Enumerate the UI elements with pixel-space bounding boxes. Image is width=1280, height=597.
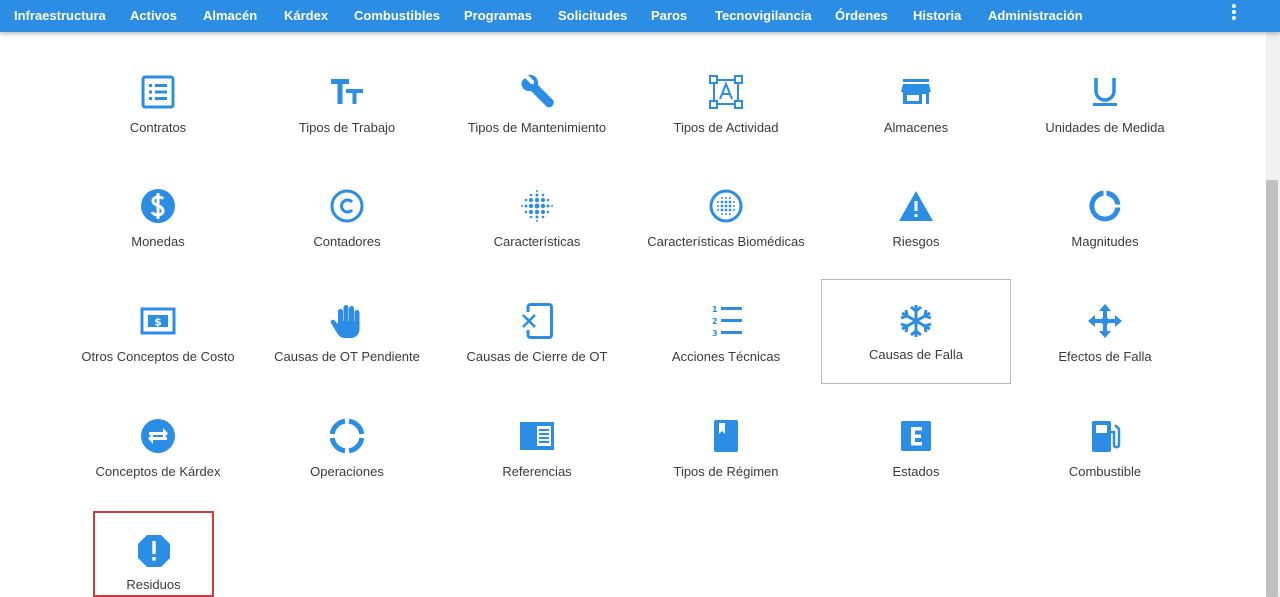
letter-e-box-icon <box>898 418 934 454</box>
tile-label: Tipos de Actividad <box>673 120 779 135</box>
tile-label: Referencias <box>502 464 572 479</box>
copyright-icon <box>329 188 365 224</box>
nav-programas[interactable]: Programas <box>464 0 532 32</box>
nav-administracion[interactable]: Administración <box>988 0 1083 32</box>
svg-text:1: 1 <box>712 305 718 314</box>
tile-label: Características <box>493 234 581 249</box>
numbered-list-icon: 1 2 3 <box>708 303 744 339</box>
gas-pump-icon <box>1087 418 1123 454</box>
warning-icon <box>898 188 934 224</box>
tile-riesgos[interactable]: Riesgos <box>821 148 1011 253</box>
tile-conceptos-de-kardex[interactable]: Conceptos de Kárdex <box>63 378 253 483</box>
donut-icon <box>1087 188 1123 224</box>
tile-estados[interactable]: Estados <box>821 378 1011 483</box>
more-vert-icon[interactable] <box>1226 4 1242 24</box>
nav-almacen[interactable]: Almacén <box>203 0 257 32</box>
money-icon: $ <box>140 303 176 339</box>
dollar-circle-icon <box>140 188 176 224</box>
svg-text:2: 2 <box>712 317 718 326</box>
svg-text:3: 3 <box>712 329 718 338</box>
tile-label: Acciones Técnicas <box>671 349 781 364</box>
tile-label: Causas de Falla <box>869 347 963 362</box>
tile-caracteristicas-biomedicas[interactable]: Características Biomédicas <box>631 148 821 253</box>
tile-label: Contadores <box>313 234 381 249</box>
tile-label: Efectos de Falla <box>1058 349 1152 364</box>
tile-referencias[interactable]: Referencias <box>442 378 632 483</box>
tile-label: Conceptos de Kárdex <box>95 464 221 479</box>
nav-infraestructura[interactable]: Infraestructura <box>14 0 106 32</box>
underline-icon <box>1087 74 1123 110</box>
tile-tipos-de-trabajo[interactable]: Tipos de Trabajo <box>252 34 442 139</box>
segmented-circle-icon <box>329 418 365 454</box>
blur-dots-icon <box>519 188 555 224</box>
tile-label: Otros Conceptos de Costo <box>81 349 235 364</box>
phone-close-icon <box>519 303 555 339</box>
tile-magnitudes[interactable]: Magnitudes <box>1010 148 1200 253</box>
tile-caracteristicas[interactable]: Características <box>442 148 632 253</box>
tile-label: Características Biomédicas <box>647 234 805 249</box>
swap-circle-icon <box>140 418 176 454</box>
tile-label: Riesgos <box>892 234 940 249</box>
wrench-icon <box>519 74 555 110</box>
tile-operaciones[interactable]: Operaciones <box>252 378 442 483</box>
nav-kardex[interactable]: Kárdex <box>284 0 328 32</box>
tile-tipos-de-regimen[interactable]: Tipos de Régimen <box>631 378 821 483</box>
tile-label: Tipos de Régimen <box>673 464 779 479</box>
tile-combustible[interactable]: Combustible <box>1010 378 1200 483</box>
tile-label: Almacenes <box>883 120 949 135</box>
svg-text:$: $ <box>154 316 162 329</box>
tile-causas-ot-pendiente[interactable]: Causas de OT Pendiente <box>252 263 442 368</box>
arrows-all-icon <box>1087 303 1123 339</box>
tile-otros-conceptos-de-costo[interactable]: $ Otros Conceptos de Costo <box>63 263 253 368</box>
tile-causas-cierre-ot[interactable]: Causas de Cierre de OT <box>442 263 632 368</box>
tile-efectos-de-falla[interactable]: Efectos de Falla <box>1010 263 1200 368</box>
nav-paros[interactable]: Paros <box>651 0 687 32</box>
scrollbar-thumb[interactable] <box>1266 180 1278 597</box>
tile-causas-de-falla[interactable]: Causas de Falla <box>821 279 1011 384</box>
tile-tipos-de-mantenimiento[interactable]: Tipos de Mantenimiento <box>442 34 632 139</box>
tile-label: Residuos <box>126 577 181 592</box>
tile-acciones-tecnicas[interactable]: 1 2 3 Acciones Técnicas <box>631 263 821 368</box>
tile-almacenes[interactable]: Almacenes <box>821 34 1011 139</box>
nav-solicitudes[interactable]: Solicitudes <box>558 0 627 32</box>
nav-historia[interactable]: Historia <box>913 0 961 32</box>
tile-label: Contratos <box>129 120 187 135</box>
tile-contratos[interactable]: Contratos <box>63 34 253 139</box>
top-navbar: Infraestructura Activos Almacén Kárdex C… <box>0 0 1280 32</box>
format-shapes-icon <box>708 74 744 110</box>
tile-tipos-de-actividad[interactable]: Tipos de Actividad <box>631 34 821 139</box>
tile-label: Causas de Cierre de OT <box>466 349 608 364</box>
tile-residuos[interactable]: Residuos <box>93 511 214 597</box>
tile-label: Causas de OT Pendiente <box>274 349 420 364</box>
alert-octagon-icon <box>136 533 172 569</box>
blur-circle-icon <box>708 188 744 224</box>
list-alt-icon <box>140 74 176 110</box>
tile-label: Unidades de Medida <box>1045 120 1165 135</box>
nav-combustibles[interactable]: Combustibles <box>354 0 440 32</box>
nav-ordenes[interactable]: Órdenes <box>835 0 888 32</box>
tile-label: Tipos de Mantenimiento <box>467 120 607 135</box>
book-icon <box>708 418 744 454</box>
tile-label: Operaciones <box>310 464 384 479</box>
text-fields-icon <box>329 74 365 110</box>
tile-label: Magnitudes <box>1071 234 1139 249</box>
tile-label: Estados <box>892 464 940 479</box>
snowflake-icon <box>898 303 934 339</box>
tile-monedas[interactable]: Monedas <box>63 148 253 253</box>
nav-tecnovigilancia[interactable]: Tecnovigilancia <box>715 0 812 32</box>
hand-stop-icon <box>329 303 365 339</box>
tile-contadores[interactable]: Contadores <box>252 148 442 253</box>
tile-label: Tipos de Trabajo <box>298 120 396 135</box>
tile-unidades-de-medida[interactable]: Unidades de Medida <box>1010 34 1200 139</box>
reader-icon <box>519 418 555 454</box>
nav-activos[interactable]: Activos <box>130 0 177 32</box>
tile-label: Combustible <box>1068 464 1142 479</box>
store-icon <box>898 74 934 110</box>
tile-label: Monedas <box>131 234 185 249</box>
